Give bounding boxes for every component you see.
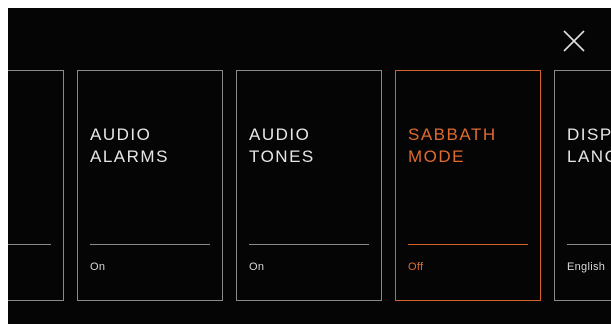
settings-screen: AUDIO ALARMS On AUDIO TONES On SABBATH M… xyxy=(8,8,611,324)
card-title: SABBATH MODE xyxy=(408,125,497,166)
card-divider xyxy=(408,244,528,245)
card-divider xyxy=(249,244,369,245)
card-value: Off xyxy=(408,261,424,273)
card-title: AUDIO ALARMS xyxy=(90,125,169,166)
settings-card-partial-left[interactable] xyxy=(8,70,64,301)
settings-card-display-language[interactable]: DISP LANG English xyxy=(554,70,611,301)
settings-card-audio-tones[interactable]: AUDIO TONES On xyxy=(236,70,382,301)
close-button[interactable] xyxy=(561,28,587,54)
card-title: AUDIO TONES xyxy=(249,125,315,166)
card-title: DISP LANG xyxy=(567,125,611,166)
settings-card-audio-alarms[interactable]: AUDIO ALARMS On xyxy=(77,70,223,301)
card-value: On xyxy=(90,261,106,273)
close-icon xyxy=(563,30,585,52)
settings-card-sabbath-mode[interactable]: SABBATH MODE Off xyxy=(395,70,541,301)
card-value: English xyxy=(567,261,606,273)
card-divider xyxy=(567,244,611,245)
card-value: On xyxy=(249,261,265,273)
card-divider xyxy=(90,244,210,245)
card-divider xyxy=(8,244,51,245)
